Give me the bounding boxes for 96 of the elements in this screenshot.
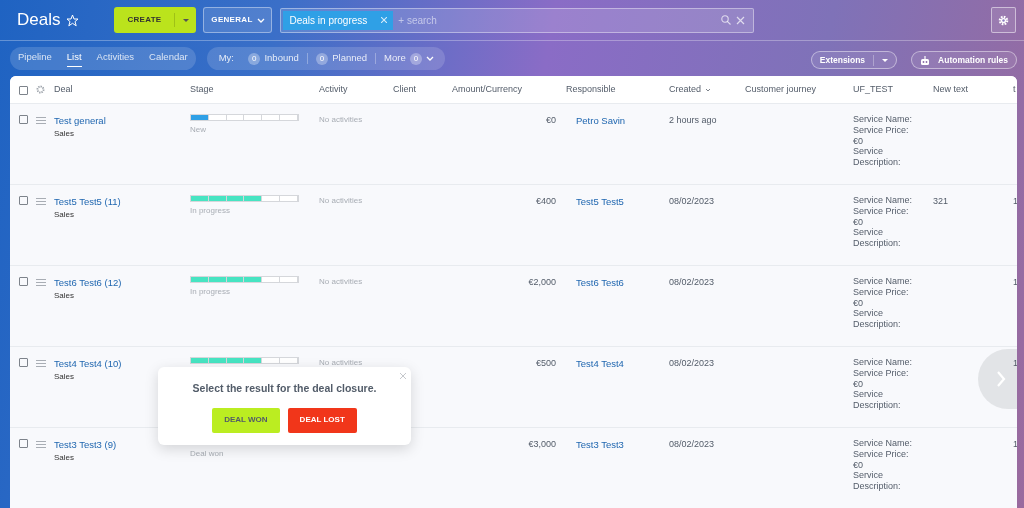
column-header[interactable]: Client <box>393 83 416 94</box>
amount-text: €500 <box>535 358 556 368</box>
deal-category: Sales <box>54 452 74 465</box>
deal-link[interactable]: Test6 Test6 (12) <box>54 276 122 291</box>
chevron-down-icon <box>705 87 712 92</box>
deal-link[interactable]: Test general <box>54 114 106 129</box>
counter-badge: 0 <box>315 52 329 65</box>
amount-text: €3,000 <box>528 439 556 449</box>
deal-lost-button[interactable]: DEAL LOST <box>287 407 357 433</box>
column-header[interactable]: Amount/Currency <box>452 83 523 94</box>
more-dropdown[interactable]: More 0 <box>384 51 435 66</box>
deal-category: Sales <box>54 371 74 384</box>
drag-handle-icon[interactable] <box>36 360 46 368</box>
row-checkbox[interactable] <box>19 115 28 124</box>
table-cell: 1 <box>1013 277 1017 287</box>
caret-icon <box>182 18 189 22</box>
deal-link[interactable]: Test4 Test4 (10) <box>54 357 122 372</box>
star-icon[interactable] <box>66 13 80 27</box>
column-header[interactable]: Activity <box>319 83 348 94</box>
column-header[interactable]: Deal <box>54 83 73 94</box>
drag-handle-icon[interactable] <box>36 279 46 287</box>
robot-icon <box>920 55 931 65</box>
counter-label: My: <box>218 51 234 66</box>
settings-icon <box>998 14 1009 26</box>
caret-icon <box>882 58 889 62</box>
table-cell: 1 <box>1013 196 1017 206</box>
deal-category: Sales <box>54 209 74 222</box>
new-text-value: 321 <box>933 196 949 206</box>
settings-icon[interactable] <box>36 85 45 94</box>
created-date: 08/02/2023 <box>669 277 715 287</box>
deal-category: Sales <box>54 128 74 141</box>
row-checkbox[interactable] <box>19 439 28 448</box>
column-header[interactable]: Responsible <box>566 83 616 94</box>
extensions-button[interactable]: Extensions <box>810 51 898 69</box>
page-title: Deals <box>17 9 61 32</box>
chevron-down-icon <box>256 17 265 23</box>
column-header[interactable]: New text <box>933 83 968 94</box>
settings-button[interactable] <box>991 7 1016 33</box>
created-date: 2 hours ago <box>669 115 717 125</box>
counter-badge: 0 <box>247 52 261 65</box>
counter-link[interactable]: Planned <box>332 51 368 66</box>
stage-label: Deal won <box>190 448 224 460</box>
automation-rules-button[interactable]: Automation rules <box>911 51 1017 69</box>
deal-link[interactable]: Test3 Test3 (9) <box>54 438 117 453</box>
uf-test-value: Service Name: Service Price: €0 Service Description: <box>853 276 914 330</box>
view-tab[interactable]: Pipeline <box>18 50 52 67</box>
view-tab[interactable]: Calendar <box>149 50 188 67</box>
row-checkbox[interactable] <box>19 277 28 286</box>
chevron-right-icon <box>996 370 1006 388</box>
activity-text: No activities <box>319 277 363 286</box>
responsible-link[interactable]: Test5 Test5 <box>576 196 624 207</box>
amount-text: €400 <box>535 196 556 206</box>
amount-text: €2,000 <box>528 277 556 287</box>
column-header[interactable]: t <box>1013 83 1016 94</box>
responsible-link[interactable]: Petro Savin <box>576 115 626 126</box>
uf-test-value: Service Name: Service Price: €0 Service Description: <box>853 438 914 492</box>
column-header[interactable]: Stage <box>190 83 214 94</box>
responsible-link[interactable]: Test3 Test3 <box>576 439 624 450</box>
drag-handle-icon[interactable] <box>36 441 46 449</box>
counter-badge: 0 <box>409 52 423 65</box>
deal-link[interactable]: Test5 Test5 (11) <box>54 195 121 210</box>
create-button[interactable]: CREATE <box>114 7 197 33</box>
search-icon[interactable] <box>721 15 732 25</box>
created-date: 08/02/2023 <box>669 196 715 206</box>
deal-won-button[interactable]: DEAL WON <box>212 407 280 433</box>
uf-test-value: Service Name: Service Price: €0 Service Description: <box>853 195 914 249</box>
view-tab[interactable]: Activities <box>96 50 135 67</box>
row-checkbox[interactable] <box>19 196 28 205</box>
column-header[interactable]: Customer journey <box>745 83 817 94</box>
activity-text: No activities <box>319 358 363 367</box>
table-cell: 1 <box>1013 439 1017 449</box>
drag-handle-icon[interactable] <box>36 117 46 125</box>
table-cell: 1 <box>1013 358 1017 368</box>
amount-text: €0 <box>546 115 556 125</box>
uf-test-value: Service Name: Service Price: €0 Service Description: <box>853 357 914 411</box>
close-icon[interactable] <box>400 373 406 379</box>
activity-text: No activities <box>319 196 363 205</box>
deal-category: Sales <box>54 290 74 303</box>
view-tab[interactable]: List <box>66 50 82 67</box>
created-date: 08/02/2023 <box>669 439 715 449</box>
row-checkbox[interactable] <box>19 358 28 367</box>
responsible-link[interactable]: Test4 Test4 <box>576 358 624 369</box>
responsible-link[interactable]: Test6 Test6 <box>576 277 624 288</box>
counter-link[interactable]: Inbound <box>264 51 299 66</box>
category-dropdown[interactable]: GENERAL <box>203 7 273 33</box>
popup-message: Select the result for the deal closure. <box>192 381 377 396</box>
select-all-checkbox[interactable] <box>19 85 28 95</box>
column-header[interactable]: Created <box>669 82 702 97</box>
uf-test-value: Service Name: Service Price: €0 Service Description: <box>853 114 914 168</box>
drag-handle-icon[interactable] <box>36 198 46 206</box>
scroll-right-button[interactable] <box>978 349 1017 409</box>
created-date: 08/02/2023 <box>669 358 715 368</box>
stage-label: New <box>190 124 206 136</box>
chevron-down-icon <box>426 56 435 61</box>
column-header[interactable]: UF_TEST <box>853 83 893 94</box>
activity-text: No activities <box>319 115 363 124</box>
